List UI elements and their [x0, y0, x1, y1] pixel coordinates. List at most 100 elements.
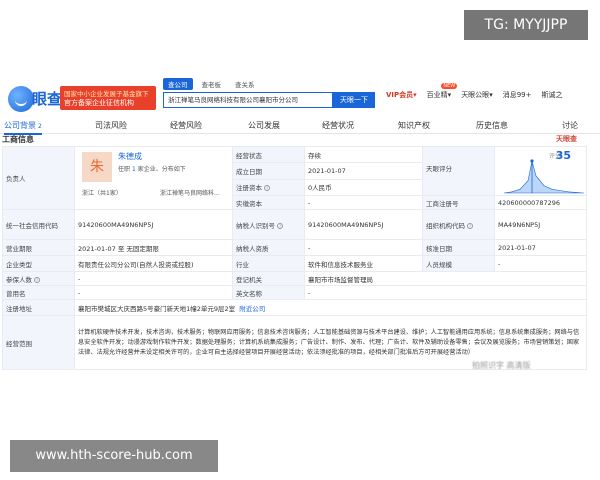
person-label: 负责人: [2, 146, 75, 210]
search-input[interactable]: 浙江禅笔马良网络科技有限公司襄阳市分公司: [163, 92, 333, 108]
score-label-cell: 天眼评分: [422, 146, 495, 196]
tab-company-background[interactable]: 公司背景 2: [4, 120, 42, 135]
person-name-link[interactable]: 朱德成: [118, 151, 142, 162]
paid-capital-label: 实缴资本: [232, 195, 305, 210]
founded-label: 成立日期: [232, 162, 305, 180]
watermark-top: TG: MYYJJPP: [464, 10, 588, 40]
promo-line-1: 国家中小企业发展子基金旗下: [64, 90, 149, 98]
tab-intellectual-property[interactable]: 知识产权: [398, 120, 430, 131]
tax-qualification-value: -: [304, 239, 423, 256]
help-icon[interactable]: ?: [467, 222, 473, 229]
address-label: 注册地址: [2, 299, 75, 316]
page: TG: MYYJJPP 眼查 国家中小企业发展子基金旗下 官方备案企业征信机构 …: [0, 0, 600, 480]
tab-history[interactable]: 历史信息: [476, 120, 508, 131]
score-cell: 评分 35: [494, 146, 587, 196]
insured-value: -: [74, 271, 233, 286]
chevron-down-icon: ▾: [489, 91, 493, 99]
company-type-value: 有限责任公司分公司(自然人投资或控股): [74, 255, 233, 272]
new-badge: NEW: [441, 83, 458, 89]
chevron-down-icon: ▾: [447, 91, 452, 99]
taxid-label: 纳税人识别号?: [232, 209, 305, 240]
company-type-label: 企业类型: [2, 255, 75, 272]
taxid-value: 91420600MA49N6NP5J: [304, 209, 423, 240]
tab-operating-risk[interactable]: 经营风险: [170, 120, 202, 131]
capital-value: 0人民币: [304, 178, 423, 197]
authority-value: 襄阳市市场监督管理局: [304, 271, 587, 286]
search-tab-company[interactable]: 查公司: [163, 78, 193, 90]
tab-company-development[interactable]: 公司发展: [248, 120, 280, 131]
term-value: 2021-01-07 至 无固定期限: [74, 239, 233, 256]
score-distribution-area: [503, 160, 585, 194]
search-button[interactable]: 天眼一下: [333, 92, 375, 108]
english-name-label: 英文名称: [232, 285, 305, 300]
section-title: 工商信息: [2, 135, 34, 144]
nav-user[interactable]: 斯诚之: [541, 90, 562, 100]
status-label: 经营状态: [232, 145, 305, 164]
logo-eye-icon: [8, 86, 34, 112]
top-header: 眼查 国家中小企业发展子基金旗下 官方备案企业征信机构 查公司 查老板 查关系 …: [0, 78, 600, 118]
search-tab-boss[interactable]: 查老板: [197, 78, 227, 90]
tax-qualification-label: 纳税人资质: [232, 239, 305, 256]
taxid-label-text: 纳税人识别号: [236, 221, 275, 230]
person-meta: 任职 1 家企业、分布如下: [118, 164, 186, 173]
promo-banner[interactable]: 国家中小企业发展子基金旗下 官方备案企业征信机构: [60, 86, 156, 110]
help-icon[interactable]: ?: [264, 185, 270, 192]
used-name-label: 曾用名: [2, 285, 75, 300]
blurred-overlay-text: 拍照识字 高清版: [472, 361, 531, 370]
person-region: 浙江（共1家）: [82, 190, 122, 197]
credit-code-label: 统一社会信用代码: [2, 209, 75, 240]
top-nav: VIP会员▾ 百业精▾ NEW 天眼公眼▾ 消息99+ 斯诚之: [386, 83, 562, 100]
status-value: 存续: [304, 145, 423, 164]
tianyancha-logo: 天眼查: [556, 135, 577, 143]
help-icon[interactable]: ?: [277, 222, 283, 229]
orgcode-value: MA49N6NP5J: [494, 209, 587, 240]
tab-discussion[interactable]: 讨论: [562, 120, 578, 131]
term-label: 营业期限: [2, 239, 75, 256]
person-cell: 朱 朱德成 任职 1 家企业、分布如下 浙江（共1家） 浙江禅笔马良网络科...: [74, 146, 233, 210]
site-logo[interactable]: 眼查 国家中小企业发展子基金旗下 官方备案企业征信机构: [4, 82, 156, 114]
nav-vip-label: VIP会员: [386, 91, 414, 99]
search-type-tabs: 查公司 查老板 查关系: [163, 78, 260, 90]
approve-date-label: 核准日期: [422, 239, 495, 256]
nav-messages[interactable]: 消息99+: [503, 90, 532, 100]
person-meta-count[interactable]: 1: [132, 166, 136, 173]
nav-baiyejing[interactable]: 百业精▾ NEW: [426, 83, 458, 100]
paid-capital-value: -: [304, 195, 423, 210]
logo-text: 眼查: [32, 90, 63, 108]
nav-tianyan-public-label: 天眼公眼: [461, 91, 490, 99]
tab-count: 2: [38, 123, 42, 130]
watermark-bottom: www.hth-score-hub.com: [10, 440, 218, 472]
used-name-value: -: [74, 285, 233, 300]
scope-label: 经营范围: [2, 315, 75, 370]
insured-label-text: 参保人数: [6, 275, 32, 284]
business-info-table: 负责人 朱 朱德成 任职 1 家企业、分布如下 浙江（共1家） 浙江禅笔马良网络…: [2, 145, 587, 370]
nav-baiyejing-label: 百业精: [426, 91, 448, 99]
authority-label: 登记机关: [232, 271, 305, 286]
staff-size-label: 人员规模: [422, 255, 495, 272]
search-tab-relation[interactable]: 查关系: [230, 78, 260, 90]
approve-date-value: 2021-01-07: [494, 239, 587, 256]
help-icon[interactable]: ?: [34, 276, 40, 283]
english-name-value: -: [304, 285, 587, 300]
tab-operating-status[interactable]: 经营状况: [322, 120, 354, 131]
orgcode-label: 组织机构代码?: [422, 209, 495, 240]
promo-line-2: 官方备案企业征信机构: [64, 99, 134, 107]
person-company-link[interactable]: 浙江禅笔马良网络科...: [160, 188, 220, 197]
avatar[interactable]: 朱: [82, 152, 112, 182]
industry-label: 行业: [232, 255, 305, 272]
person-meta-text: 家企业、分布如下: [137, 166, 186, 173]
nearby-companies-link[interactable]: 附近公司: [239, 305, 265, 313]
tab-label: 公司背景: [4, 121, 36, 130]
credit-code-value: 91420600MA49N6NP5J: [74, 209, 233, 240]
regno-label: 工商注册号: [422, 195, 495, 210]
chevron-down-icon: ▾: [413, 91, 417, 99]
orgcode-label-text: 组织机构代码: [426, 221, 465, 230]
founded-value: 2021-01-07: [304, 162, 423, 180]
score-distribution-chart: [503, 159, 585, 194]
nav-vip[interactable]: VIP会员▾: [386, 90, 417, 100]
industry-value: 软件和信息技术服务业: [304, 255, 423, 272]
tab-judicial-risk[interactable]: 司法风险: [95, 120, 127, 131]
person-meta-prefix: 任职: [118, 166, 131, 173]
nav-tianyan-public[interactable]: 天眼公眼▾: [461, 90, 493, 100]
capital-label: 注册资本?: [232, 178, 305, 197]
